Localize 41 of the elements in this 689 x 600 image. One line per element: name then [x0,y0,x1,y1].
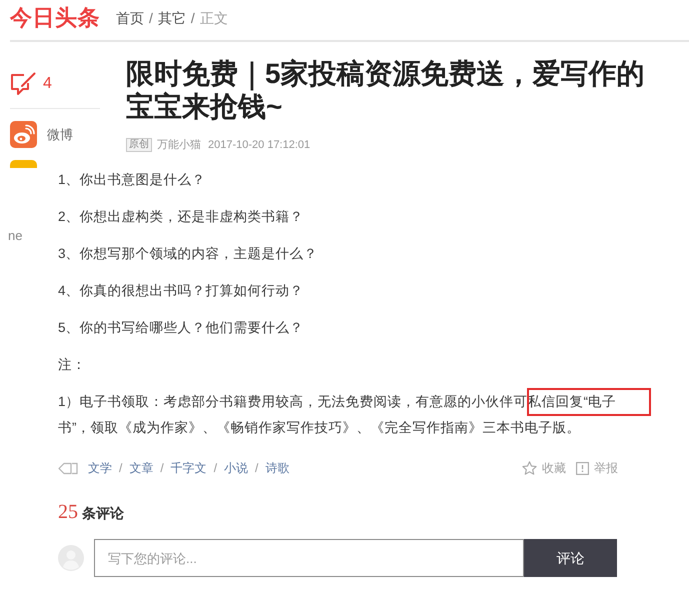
original-badge: 原创 [126,138,152,152]
breadcrumb-link[interactable]: 其它 [158,9,186,27]
tag-separator: / [214,460,218,476]
tag-link[interactable]: 诗歌 [265,460,290,476]
article-paragraph: 4、你真的很想出书吗？打算如何行动？ [58,282,305,300]
article-paragraph: 2、你想出虚构类，还是非虚构类书籍？ [58,208,305,226]
tag-separator: / [119,460,122,476]
author-name[interactable]: 万能小猫 [157,138,201,152]
breadcrumb-link[interactable]: 首页 [116,9,144,27]
article-title: 限时免费｜5家投稿资源免费送，爱写作的宝宝来抢钱~ [126,57,646,123]
tag-link[interactable]: 文学 [88,460,112,476]
article-paragraph: 1、你出书意图是什么？ [58,171,207,189]
article-paragraph: 1）电子书领取：考虑部分书籍费用较高，无法免费阅读，有意愿的小伙伴可私信回复“电子书”，领取《成为作家》、《畅销作家写作技巧》、《完全写作指南》三本书电子版。 [58,393,618,437]
report-icon [576,462,589,474]
tag-link[interactable]: 千字文 [170,460,207,476]
article-paragraph: 5、你的书写给哪些人？他们需要什么？ [58,319,305,337]
publish-time: 2017-10-20 17:12:01 [208,138,310,152]
report-link[interactable]: 举报 [576,460,618,476]
star-icon [522,461,537,475]
article-paragraph: 注： [58,356,87,374]
app-tile-icon[interactable] [10,160,37,168]
sidebar-label: ne [8,228,22,243]
edit-icon[interactable] [10,72,36,96]
favorite-link[interactable]: 收藏 [522,460,566,476]
comment-count[interactable]: 4 [43,74,52,94]
site-logo[interactable]: 今日头条 [10,5,100,31]
breadcrumb-separator: / [149,9,153,27]
tag-link[interactable]: 小说 [224,460,248,476]
tag-separator: / [160,460,164,476]
weibo-icon[interactable] [10,121,37,148]
breadcrumb-current[interactable]: 正文 [200,9,228,27]
comment-total: 25 [58,501,78,523]
comment-submit-button[interactable]: 评论 [524,539,617,577]
comment-heading: 条评论 [82,504,124,523]
article-paragraph: 3、你想写那个领域的内容，主题是什么？ [58,245,319,263]
tag-icon [58,462,79,474]
tag-link[interactable]: 文章 [129,460,154,476]
tag-separator: / [255,460,258,476]
comment-input[interactable]: 写下您的评论... [94,539,524,577]
share-label[interactable]: 微博 [47,126,73,142]
breadcrumb-separator: / [190,9,195,27]
